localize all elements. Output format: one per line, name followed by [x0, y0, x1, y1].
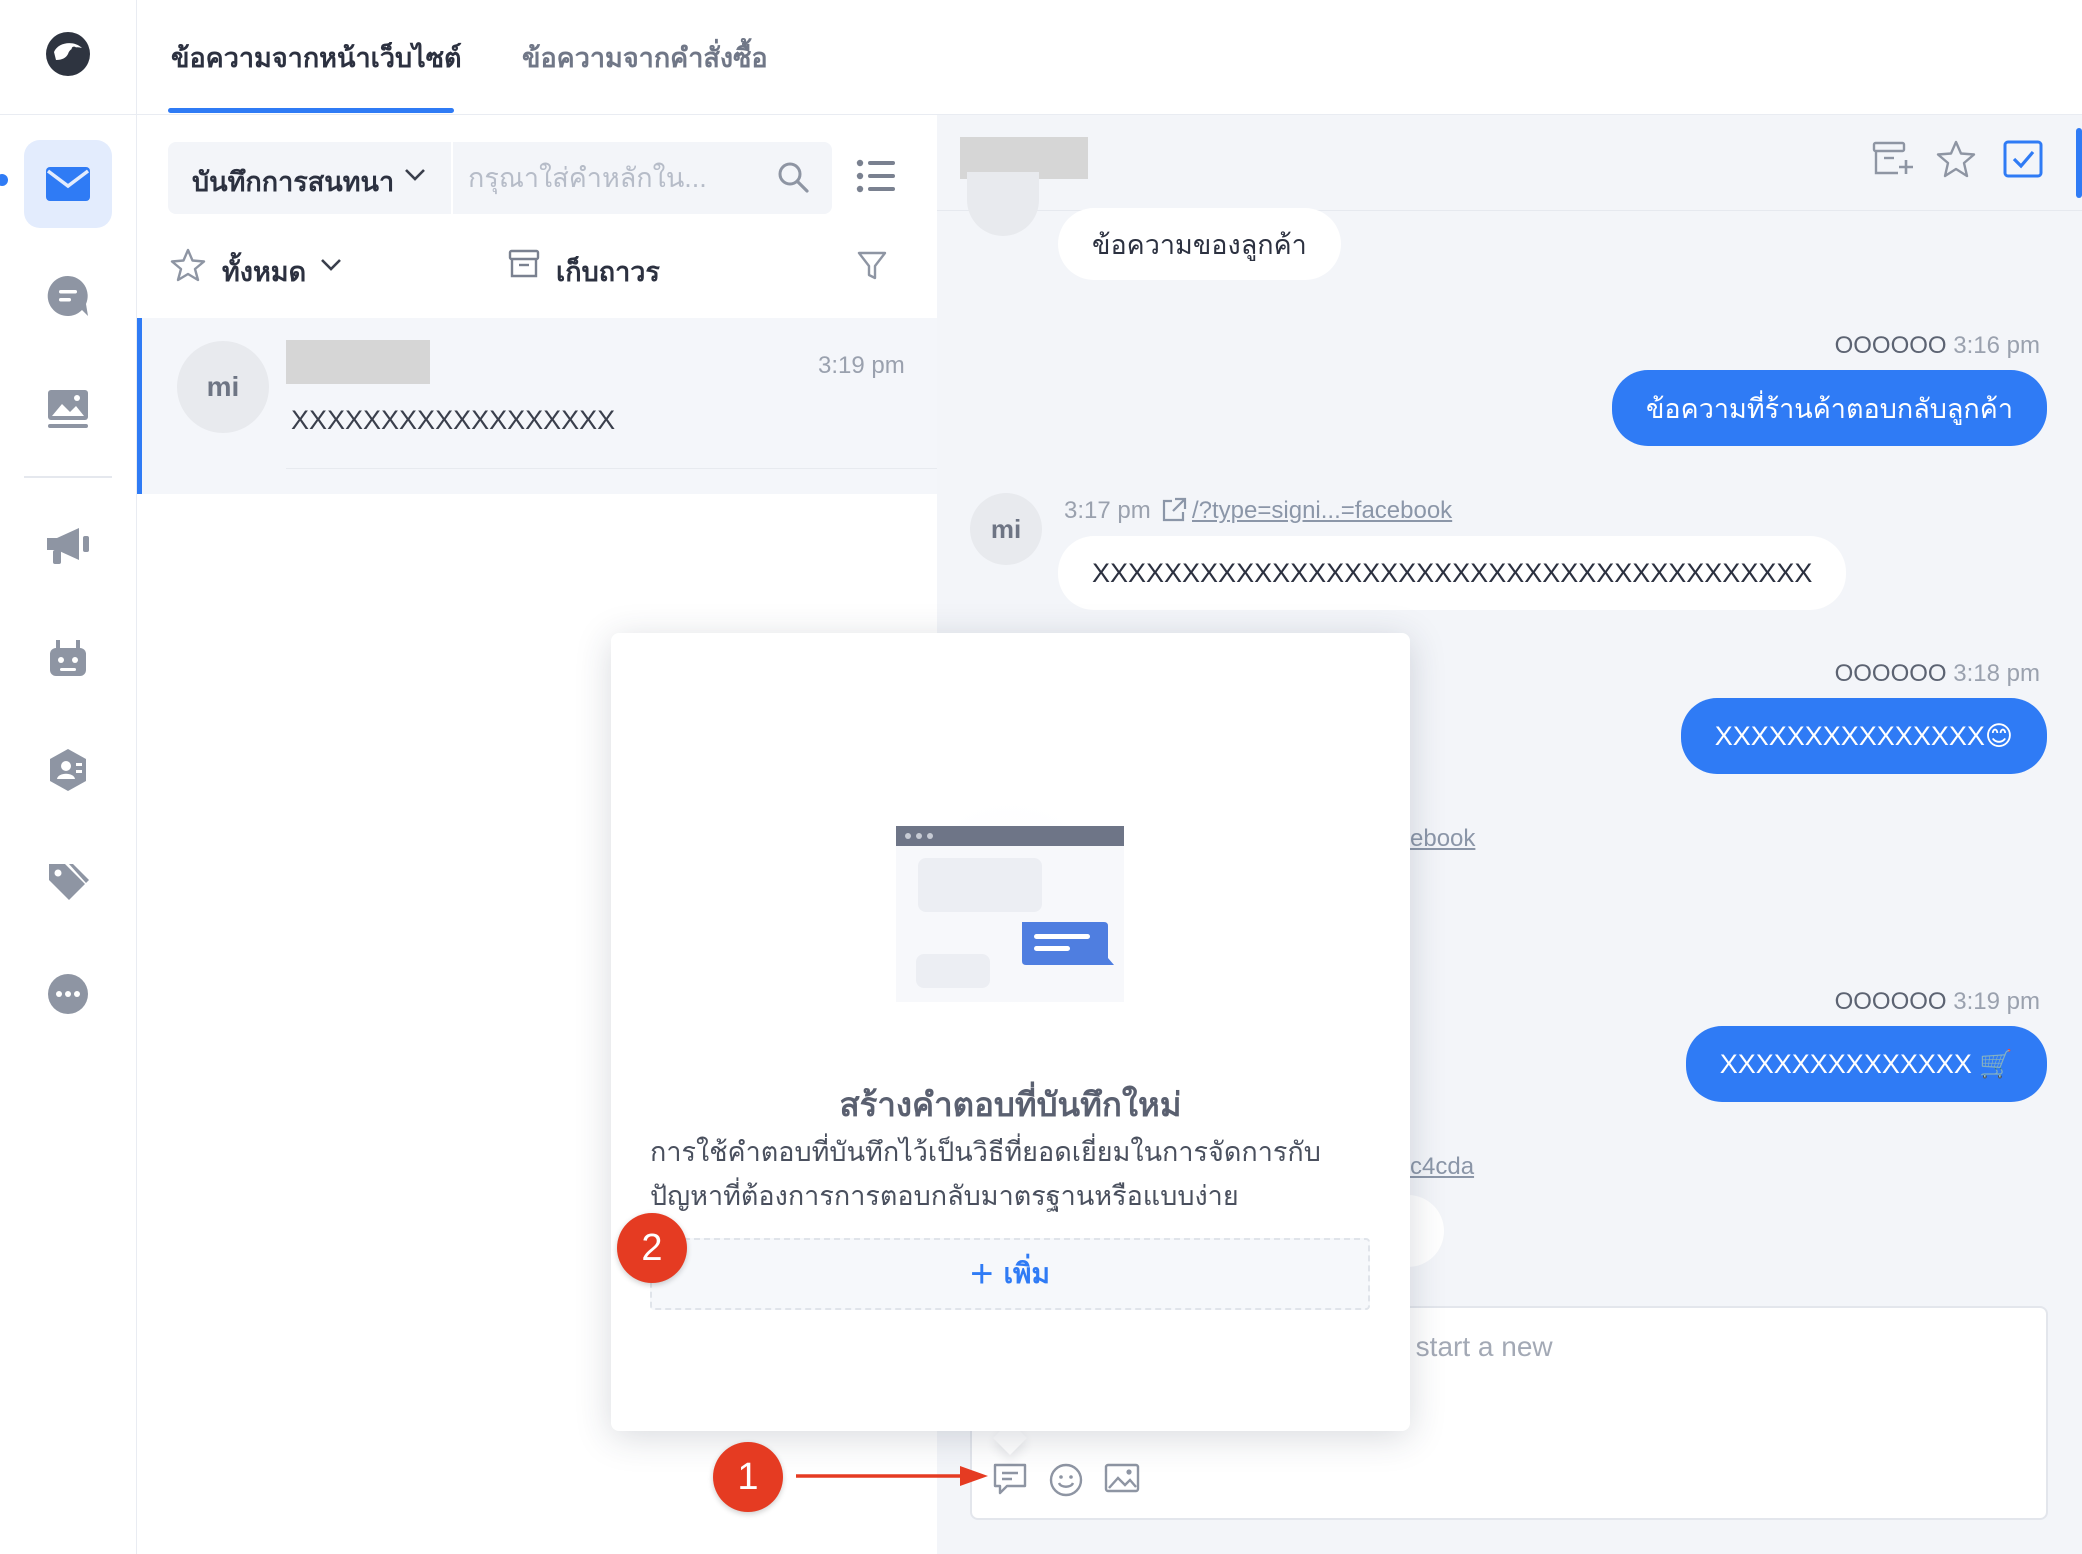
rail-item-tags[interactable]: [24, 838, 112, 926]
source-link[interactable]: /?type=signi...=facebook: [1192, 497, 1452, 525]
popup-description: การใช้คำตอบที่บันทึกไว้เป็นวิธีที่ยอดเยี…: [650, 1137, 1321, 1167]
rail-item-broadcast[interactable]: [24, 502, 112, 590]
tab-website-messages[interactable]: ข้อความจากหน้าเว็บไซต์: [171, 36, 462, 79]
outgoing-message-bubble: XXXXXXXXXXXXXX 🛒: [1685, 1026, 2047, 1102]
rail-item-contacts[interactable]: [24, 726, 112, 814]
rail-item-messages[interactable]: [24, 140, 112, 228]
rail-item-more[interactable]: [24, 950, 112, 1038]
tags-icon: [49, 864, 89, 900]
all-filter-dropdown[interactable]: ทั้งหมด: [222, 250, 306, 293]
sender-name: OOOOOO: [1834, 332, 1947, 359]
message-time: 3:17 pm: [1064, 497, 1151, 524]
rail-item-bot[interactable]: [24, 614, 112, 702]
star-icon[interactable]: [1936, 140, 1976, 183]
chevron-down-icon[interactable]: [404, 168, 426, 187]
add-saved-reply-button[interactable]: + เพิ่ม: [650, 1238, 1370, 1310]
contact-icon: [50, 749, 86, 791]
message-text: XXXXXXXXXXXXXX 🛒: [1719, 1049, 2013, 1079]
plus-icon: +: [970, 1252, 994, 1296]
popup-description: ปัญหาที่ต้องการการตอบกลับมาตรฐานหรือแบบง…: [650, 1181, 1239, 1211]
megaphone-icon: [47, 528, 89, 564]
add-button-label: เพิ่ม: [1003, 1258, 1050, 1289]
sender-name: OOOOOO: [1834, 660, 1947, 687]
popup-title: สร้างคำตอบที่บันทึกใหม่: [839, 1086, 1182, 1123]
chat-bubble-icon: [47, 275, 88, 316]
incoming-message-bubble: ข้อความของลูกค้า: [1058, 208, 1341, 280]
message-text: XXXXXXXXXXXXXXX😊: [1714, 720, 2013, 751]
filter-funnel-icon[interactable]: [856, 250, 888, 287]
sender-name: OOOOOO: [1834, 988, 1947, 1015]
image-icon: [48, 390, 88, 428]
row-divider: [286, 468, 937, 469]
message-text: ข้อความที่ร้านค้าตอบกลับลูกค้า: [1645, 393, 2013, 424]
message-time: 3:16 pm: [1953, 332, 2040, 359]
saved-replies-icon[interactable]: [992, 1462, 1028, 1501]
rail-top-divider: [0, 114, 137, 115]
incoming-message-bubble: XXXXXXXXXXXXXXXXXXXXXXXXXXXXXXXXXXXXXXXX: [1058, 536, 1847, 610]
message-text: ข้อความของลูกค้า: [1092, 229, 1307, 260]
conversation-time: 3:19 pm: [818, 352, 905, 379]
message-meta: 3:17 pm: [1064, 497, 1151, 525]
source-link[interactable]: c4cda: [1410, 1153, 1474, 1181]
search-icon[interactable]: [776, 160, 810, 199]
outgoing-message-bubble: XXXXXXXXXXXXXXX😊: [1680, 698, 2047, 774]
search-input[interactable]: [468, 150, 768, 206]
more-icon: [48, 974, 88, 1014]
rail-item-chat[interactable]: [24, 252, 112, 340]
message-meta: OOOOOO 3:16 pm: [1835, 332, 2040, 360]
conversation-type-dropdown[interactable]: บันทึกการสนทนา: [192, 160, 394, 203]
redacted-customer-name: [286, 340, 430, 384]
robot-icon: [50, 640, 86, 676]
selected-indicator: [137, 318, 142, 494]
archive-icon[interactable]: [508, 249, 540, 284]
rail-item-media[interactable]: [24, 364, 112, 452]
mail-icon: [46, 167, 90, 201]
message-meta: OOOOOO 3:19 pm: [1835, 988, 2040, 1016]
star-icon[interactable]: [170, 248, 206, 287]
source-link[interactable]: ebook: [1410, 825, 1475, 853]
external-link-icon[interactable]: [1160, 496, 1188, 529]
archive-filter[interactable]: เก็บถาวร: [556, 250, 660, 293]
image-upload-icon[interactable]: [1104, 1462, 1140, 1499]
step-badge: 1: [713, 1442, 783, 1512]
conversation-preview: XXXXXXXXXXXXXXXXXX: [291, 405, 616, 435]
outgoing-message-bubble: ข้อความที่ร้านค้าตอบกลับลูกค้า: [1611, 370, 2047, 446]
chevron-down-icon[interactable]: [320, 258, 342, 277]
message-meta: OOOOOO 3:18 pm: [1835, 660, 2040, 688]
rail-separator: [24, 476, 112, 478]
active-tab-underline: [168, 108, 454, 113]
message-time: 3:18 pm: [1953, 660, 2040, 687]
message-text: XXXXXXXXXXXXXXXXXXXXXXXXXXXXXXXXXXXXXXXX: [1092, 557, 1813, 588]
avatar: mi: [177, 341, 269, 433]
chat-window-illustration: [880, 790, 1140, 1020]
arrow-annotation: [796, 1463, 992, 1494]
add-to-list-icon[interactable]: [1872, 140, 1914, 181]
saved-replies-popup: [611, 633, 1410, 1431]
list-view-icon[interactable]: [856, 158, 896, 199]
step-badge: 2: [617, 1213, 687, 1283]
panel-edge-indicator: [2076, 128, 2082, 198]
filter-divider: [451, 142, 453, 214]
tab-order-messages[interactable]: ข้อความจากคำสั่งซื้อ: [522, 36, 768, 79]
emoji-icon[interactable]: [1048, 1462, 1084, 1503]
mark-done-icon[interactable]: [2003, 140, 2043, 183]
message-time: 3:19 pm: [1953, 988, 2040, 1015]
app-logo-icon[interactable]: [44, 30, 92, 78]
avatar: mi: [970, 493, 1042, 565]
